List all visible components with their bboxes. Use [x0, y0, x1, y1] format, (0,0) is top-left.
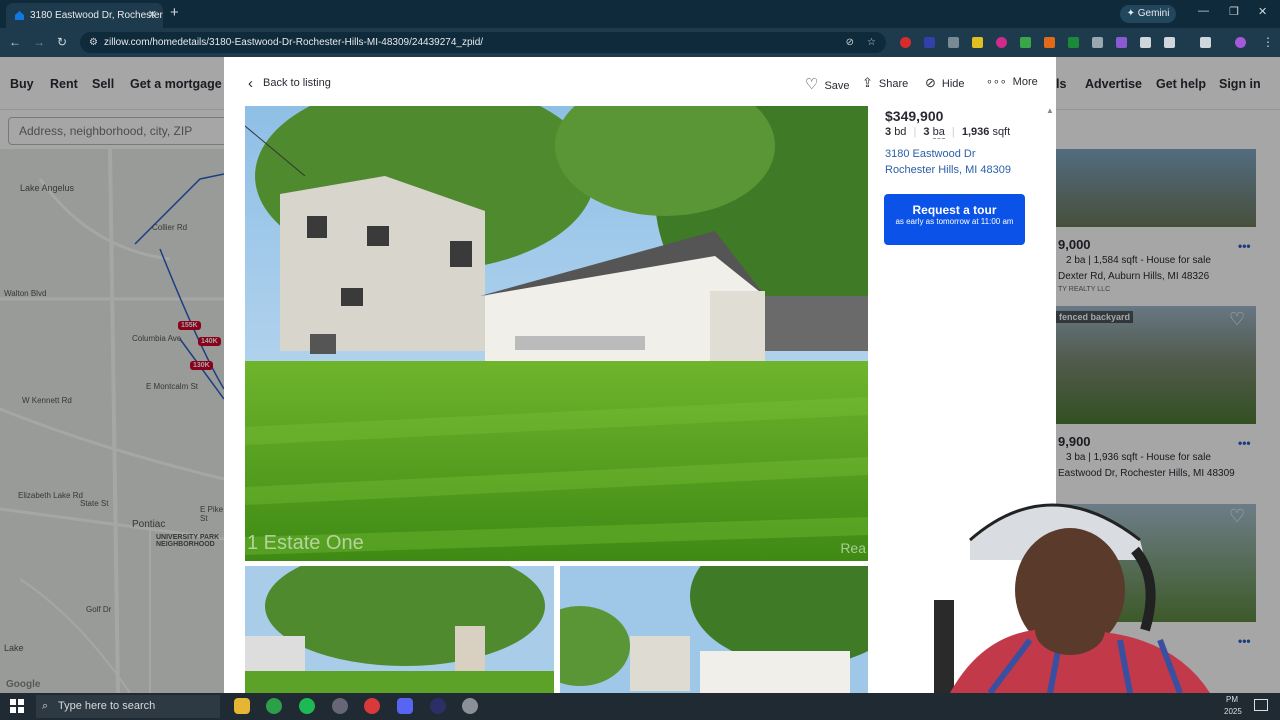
beds-unit: bd: [894, 126, 907, 138]
extension-icon[interactable]: [900, 37, 911, 48]
taskbar-search-input[interactable]: ⌕ Type here to search: [36, 695, 220, 718]
more-button[interactable]: ∘∘∘ More: [986, 75, 1038, 88]
request-a-tour-button[interactable]: Request a tour as early as tomorrow at 1…: [884, 194, 1025, 245]
address-bar[interactable]: ⚙ zillow.com/homedetails/3180-Eastwood-D…: [80, 32, 886, 53]
puzzle-extensions-icon[interactable]: [1164, 37, 1175, 48]
discord-icon[interactable]: [397, 698, 413, 714]
file-explorer-icon[interactable]: [234, 698, 250, 714]
extension-icon[interactable]: [1068, 37, 1079, 48]
close-window-icon[interactable]: ✕: [1258, 5, 1267, 18]
reload-icon[interactable]: ↻: [57, 35, 67, 49]
extension-icon[interactable]: [996, 37, 1007, 48]
sqft-value: 1,936: [961, 126, 990, 138]
minimize-icon[interactable]: —: [1198, 5, 1209, 17]
site-info-icon[interactable]: ⚙: [89, 32, 98, 53]
notification-center-icon[interactable]: [1254, 699, 1268, 711]
save-button[interactable]: ♡ Save: [805, 75, 850, 93]
tour-button-sublabel: as early as tomorrow at 11:00 am: [895, 217, 1014, 226]
listing-price: $349,900: [885, 108, 944, 124]
back-arrow-icon[interactable]: ←: [9, 35, 21, 49]
webcam-overlay: [930, 480, 1230, 693]
share-icon: ⇪: [862, 75, 873, 90]
baths-unit[interactable]: ba: [932, 126, 945, 139]
bookmark-star-icon[interactable]: ☆: [867, 32, 876, 53]
forward-arrow-icon[interactable]: →: [33, 35, 45, 49]
listing-facts: 3 bd | 3 ba | 1,936 sqft: [885, 126, 1011, 139]
browser-tab-strip: 3180 Eastwood Dr, Rochester Hills ✕ + ✦ …: [0, 0, 1280, 28]
hide-button[interactable]: ⊘ Hide: [925, 75, 965, 91]
sqft-unit: sqft: [992, 126, 1011, 138]
restore-icon[interactable]: ❐: [1229, 5, 1239, 18]
extension-icon[interactable]: [1092, 37, 1103, 48]
gemini-button[interactable]: ✦ Gemini: [1120, 5, 1176, 23]
house-photo-illustration: [245, 106, 868, 561]
extension-icon[interactable]: [1116, 37, 1127, 48]
photo-watermark-right: Rea: [840, 540, 866, 556]
photo-watermark: 1 Estate One: [247, 532, 364, 554]
address-line-2[interactable]: Rochester Hills, MI 48309: [885, 164, 1011, 176]
listing-photo-thumbnail[interactable]: [245, 566, 554, 693]
heart-icon: ♡: [805, 76, 819, 93]
taskbar-time: PM: [1226, 695, 1238, 704]
back-to-listing-button[interactable]: ‹ Back to listing: [248, 75, 331, 92]
beds-value: 3: [885, 126, 892, 138]
taskbar-date: 2025: [1224, 707, 1242, 716]
extension-icon[interactable]: [1020, 37, 1031, 48]
backyard-photo-illustration: [245, 566, 554, 693]
windows-taskbar: ⌕ Type here to search PM 2025: [0, 693, 1280, 720]
tracking-icon[interactable]: ⊘: [846, 32, 854, 53]
search-icon: ⌕: [42, 700, 49, 712]
chrome-icon[interactable]: [266, 698, 282, 714]
app-icon[interactable]: [364, 698, 380, 714]
main-listing-photo[interactable]: 1 Estate One Rea: [245, 106, 868, 561]
spotify-icon[interactable]: [299, 698, 315, 714]
share-button[interactable]: ⇪ Share: [862, 75, 908, 91]
tour-button-label: Request a tour: [912, 203, 997, 217]
extension-icon[interactable]: [972, 37, 983, 48]
app-icon[interactable]: [430, 698, 446, 714]
profile-avatar[interactable]: [1235, 37, 1246, 48]
zillow-favicon-icon: [15, 11, 24, 20]
app-icon[interactable]: [462, 698, 478, 714]
baths-value: 3: [923, 126, 930, 138]
house-side-photo-illustration: [560, 566, 868, 693]
more-dots-icon: ∘∘∘: [986, 76, 1007, 88]
extension-icon[interactable]: [924, 37, 935, 48]
extension-icon[interactable]: [1044, 37, 1055, 48]
browser-tab[interactable]: 3180 Eastwood Dr, Rochester Hills ✕: [6, 3, 163, 28]
hide-icon: ⊘: [925, 75, 936, 90]
browser-toolbar: ← → ↻ ⚙ zillow.com/homedetails/3180-East…: [0, 28, 1280, 57]
kebab-menu-icon[interactable]: ⋮: [1262, 35, 1274, 49]
address-line-1[interactable]: 3180 Eastwood Dr: [885, 148, 976, 160]
chevron-left-icon: ‹: [248, 75, 253, 92]
extension-icon[interactable]: [948, 37, 959, 48]
sidepanel-icon[interactable]: [1200, 37, 1211, 48]
windows-start-icon[interactable]: [10, 699, 24, 713]
listing-photo-thumbnail[interactable]: [560, 566, 868, 693]
app-icon[interactable]: [332, 698, 348, 714]
new-tab-icon[interactable]: +: [170, 4, 179, 21]
close-tab-icon[interactable]: ✕: [148, 3, 157, 28]
url-text: zillow.com/homedetails/3180-Eastwood-Dr-…: [104, 37, 484, 48]
streamer-webcam-image: [934, 503, 1210, 693]
extension-icon[interactable]: [1140, 37, 1151, 48]
tab-title: 3180 Eastwood Dr, Rochester Hills: [30, 10, 163, 21]
scroll-up-icon[interactable]: ▲: [1046, 106, 1054, 115]
